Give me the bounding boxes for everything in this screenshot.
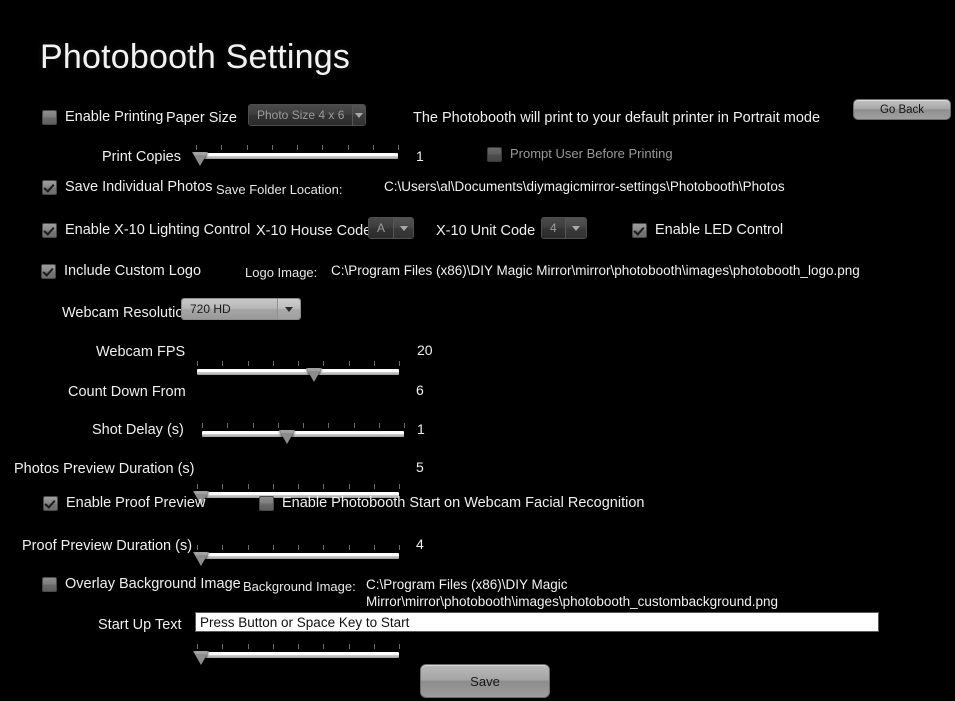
enable-proof-preview-label: Enable Proof Preview (66, 495, 206, 511)
checkbox-box (43, 495, 58, 511)
slider-ticks (197, 361, 400, 368)
print-copies-slider[interactable] (192, 145, 399, 167)
background-image-path[interactable]: C:\Program Files (x86)\DIY Magic Mirror\… (366, 576, 786, 610)
webcam-resolution-dropdown[interactable]: 720 HD (181, 298, 301, 320)
checkbox-box (42, 179, 57, 195)
checkbox-box (42, 222, 57, 238)
slider-track (197, 369, 399, 375)
checkbox-box (487, 146, 502, 162)
prompt-user-before-printing-label: Prompt User Before Printing (510, 146, 673, 161)
start-up-text-input[interactable] (195, 612, 879, 632)
save-button[interactable]: Save (420, 664, 550, 698)
overlay-background-image-label: Overlay Background Image (65, 576, 241, 592)
enable-x10-lighting-label: Enable X-10 Lighting Control (65, 222, 251, 238)
webcam-fps-label: Webcam FPS (96, 344, 186, 360)
slider-track (197, 553, 399, 559)
slider-thumb[interactable] (193, 651, 210, 665)
enable-led-control-label: Enable LED Control (655, 222, 784, 238)
count-down-from-value: 6 (416, 382, 424, 398)
save-folder-path[interactable]: C:\Users\al\Documents\diymagicmirror-set… (384, 179, 785, 194)
photos-preview-duration-slider[interactable] (193, 545, 400, 567)
webcam-fps-value: 20 (417, 342, 433, 358)
facial-recognition-start-label: Enable Photobooth Start on Webcam Facial… (282, 495, 645, 511)
chevron-down-icon[interactable] (564, 218, 586, 238)
x10-unit-code-value: 4 (542, 218, 565, 238)
chevron-down-icon[interactable] (393, 218, 413, 238)
paper-size-dropdown[interactable]: Photo Size 4 x 6 (248, 104, 366, 126)
x10-house-code-value: A (369, 218, 394, 238)
slider-thumb[interactable] (193, 552, 210, 566)
start-up-text-label: Start Up Text (98, 617, 182, 633)
slider-track (197, 652, 399, 658)
checkbox-box (259, 495, 274, 511)
save-folder-location-label: Save Folder Location: (216, 182, 343, 197)
x10-house-code-dropdown[interactable]: A (368, 217, 414, 239)
photos-preview-duration-label: Photos Preview Duration (s) (14, 461, 195, 477)
proof-preview-duration-label: Proof Preview Duration (s) (22, 538, 193, 554)
include-custom-logo-label: Include Custom Logo (64, 263, 202, 279)
prompt-user-before-printing-checkbox[interactable]: Prompt User Before Printing (487, 145, 673, 163)
print-copies-value: 1 (416, 148, 424, 164)
shot-delay-label: Shot Delay (s) (92, 422, 184, 438)
slider-track (202, 431, 404, 437)
paper-size-value: Photo Size 4 x 6 (249, 105, 353, 125)
slider-ticks (197, 484, 400, 491)
checkbox-box (42, 109, 57, 125)
facial-recognition-start-checkbox[interactable]: Enable Photobooth Start on Webcam Facial… (259, 494, 644, 512)
slider-thumb[interactable] (306, 368, 323, 382)
slider-ticks (202, 423, 405, 430)
printer-note: The Photobooth will print to your defaul… (413, 110, 821, 126)
slider-thumb[interactable] (192, 152, 209, 166)
chevron-down-icon[interactable] (277, 299, 300, 319)
checkbox-box (42, 576, 57, 592)
chevron-down-icon[interactable] (352, 105, 365, 125)
checkbox-box (632, 222, 647, 238)
proof-preview-duration-slider[interactable] (193, 644, 400, 666)
logo-image-label: Logo Image: (245, 265, 318, 280)
proof-preview-duration-value: 4 (416, 536, 424, 552)
overlay-background-image-checkbox[interactable]: Overlay Background Image (42, 575, 241, 593)
webcam-fps-slider[interactable] (197, 361, 400, 383)
settings-page: Photobooth Settings Go Back Enable Print… (0, 0, 955, 701)
slider-thumb[interactable] (278, 430, 295, 444)
slider-ticks (197, 545, 400, 552)
count-down-from-slider[interactable] (202, 423, 405, 445)
logo-image-path[interactable]: C:\Program Files (x86)\DIY Magic Mirror\… (331, 263, 860, 278)
go-back-button[interactable]: Go Back (853, 99, 951, 120)
enable-proof-preview-checkbox[interactable]: Enable Proof Preview (43, 494, 205, 512)
page-title: Photobooth Settings (40, 38, 351, 76)
slider-ticks (197, 644, 400, 651)
x10-house-code-label: X-10 House Code (256, 223, 372, 239)
checkbox-box (41, 263, 56, 279)
x10-unit-code-dropdown[interactable]: 4 (541, 217, 587, 239)
webcam-resolution-value: 720 HD (182, 299, 277, 319)
enable-led-control-checkbox[interactable]: Enable LED Control (632, 221, 783, 239)
background-image-label: Background Image: (243, 579, 356, 594)
save-individual-photos-checkbox[interactable]: Save Individual Photos (42, 178, 213, 196)
save-individual-photos-label: Save Individual Photos (65, 179, 213, 195)
include-custom-logo-checkbox[interactable]: Include Custom Logo (41, 262, 201, 280)
enable-printing-checkbox[interactable]: Enable Printing (42, 108, 163, 126)
slider-track (196, 153, 398, 159)
enable-x10-lighting-checkbox[interactable]: Enable X-10 Lighting Control (42, 221, 250, 239)
print-copies-label: Print Copies (102, 149, 181, 165)
enable-printing-label: Enable Printing (65, 109, 164, 125)
shot-delay-value: 1 (417, 421, 425, 437)
paper-size-label: Paper Size (166, 110, 237, 126)
photos-preview-duration-value: 5 (416, 459, 424, 475)
x10-unit-code-label: X-10 Unit Code (436, 223, 536, 239)
slider-ticks (196, 145, 399, 152)
webcam-resolution-label: Webcam Resolution (62, 305, 192, 321)
count-down-from-label: Count Down From (68, 384, 186, 400)
